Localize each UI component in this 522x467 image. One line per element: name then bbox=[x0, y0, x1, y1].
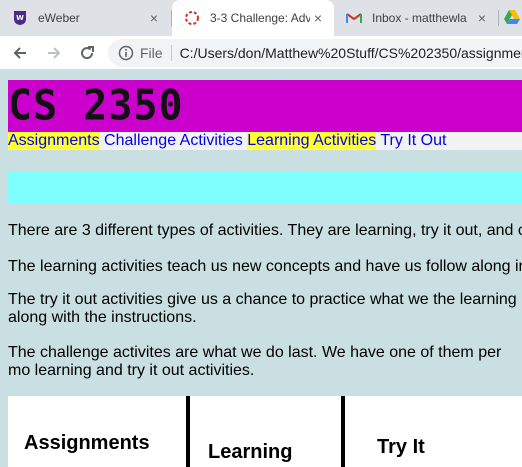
address-divider bbox=[170, 45, 172, 61]
try-it-out-paragraph: The try it out activities give us a chan… bbox=[8, 291, 517, 326]
site-banner: CS 2350 bbox=[8, 80, 522, 132]
forward-arrow-icon[interactable] bbox=[44, 43, 64, 63]
learning-paragraph: The learning activities teach us new con… bbox=[8, 258, 522, 275]
tab-eweber[interactable]: W eWeber × bbox=[0, 0, 170, 36]
gmail-icon bbox=[346, 10, 362, 26]
intro-paragraph: There are 3 different types of activitie… bbox=[8, 222, 522, 239]
page-viewport: CS 2350 Assignments Challenge Activities… bbox=[0, 70, 522, 467]
cyan-section-bar bbox=[8, 172, 522, 203]
challenge-paragraph: The challenge activites are what we do l… bbox=[8, 344, 502, 379]
tab-title: Inbox - matthewla bbox=[372, 11, 467, 25]
close-tab-icon[interactable]: × bbox=[146, 10, 162, 26]
card-heading-assignments: Assignments bbox=[24, 432, 150, 454]
info-icon[interactable] bbox=[118, 45, 134, 61]
card-divider bbox=[341, 396, 345, 467]
site-title: CS 2350 bbox=[8, 81, 184, 131]
tab-separator bbox=[498, 10, 499, 26]
red-dashed-circle-icon bbox=[184, 10, 200, 26]
card-divider bbox=[186, 396, 190, 467]
site-nav: Assignments Challenge Activities Learnin… bbox=[8, 132, 522, 150]
tab-title: 3-3 Challenge: Adv bbox=[210, 11, 310, 25]
scheme-label: File bbox=[140, 45, 163, 61]
close-tab-icon[interactable]: × bbox=[310, 10, 326, 26]
address-bar[interactable]: File C:/Users/don/Matthew%20Stuff/CS%202… bbox=[108, 39, 522, 67]
nav-link-challenge-activities[interactable]: Challenge Activities bbox=[104, 132, 243, 149]
purple-shield-icon: W bbox=[12, 10, 28, 26]
google-drive-icon[interactable] bbox=[504, 10, 520, 29]
nav-link-try-it-out[interactable]: Try It Out bbox=[380, 132, 446, 149]
card-heading-learning: Learning bbox=[208, 441, 293, 463]
tab-inbox[interactable]: Inbox - matthewla × bbox=[334, 0, 498, 36]
card-heading-try-it: Try It bbox=[377, 436, 425, 458]
tab-title: eWeber bbox=[38, 11, 80, 25]
tab-challenge[interactable]: 3-3 Challenge: Adv × bbox=[172, 0, 334, 36]
nav-link-learning-activities[interactable]: Learning Activities bbox=[247, 132, 377, 149]
close-tab-icon[interactable]: × bbox=[474, 10, 490, 26]
nav-link-assignments[interactable]: Assignments bbox=[8, 132, 100, 149]
reload-icon[interactable] bbox=[77, 43, 97, 63]
browser-tab-strip: W eWeber × 3-3 Challenge: Adv × Inbox - … bbox=[0, 0, 522, 36]
svg-text:W: W bbox=[16, 14, 24, 22]
url-text[interactable]: C:/Users/don/Matthew%20Stuff/CS%202350/a… bbox=[180, 45, 522, 61]
activity-cards: Assignments Learning Try It bbox=[8, 396, 522, 467]
browser-toolbar: File C:/Users/don/Matthew%20Stuff/CS%202… bbox=[0, 36, 522, 70]
back-arrow-icon[interactable] bbox=[10, 43, 30, 63]
